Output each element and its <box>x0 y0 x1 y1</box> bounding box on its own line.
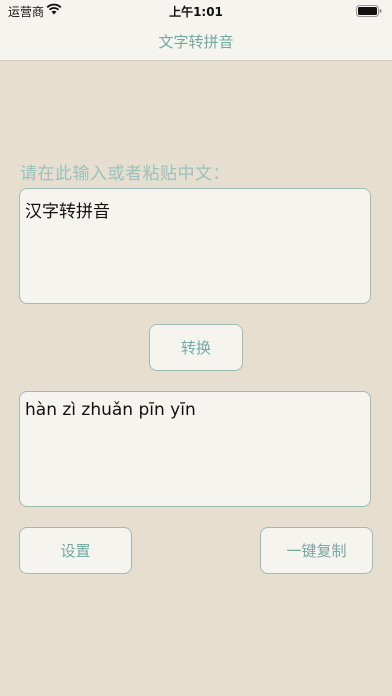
settings-button[interactable]: 设置 <box>19 527 132 574</box>
input-prompt-label: 请在此输入或者粘贴中文： <box>20 164 230 184</box>
output-text: hàn zì zhuǎn pīn yīn <box>25 400 196 420</box>
chinese-input-field[interactable]: 汉字转拼音 <box>19 188 371 304</box>
battery-icon <box>356 5 382 17</box>
status-bar: 运营商 上午1:01 <box>0 0 392 22</box>
status-time: 上午1:01 <box>169 5 223 19</box>
convert-button[interactable]: 转换 <box>149 324 243 371</box>
pinyin-output-field[interactable]: hàn zì zhuǎn pīn yīn <box>19 391 371 507</box>
page-title: 文字转拼音 <box>158 33 234 51</box>
input-text: 汉字转拼音 <box>25 202 110 222</box>
copy-all-button[interactable]: 一键复制 <box>260 527 373 574</box>
navigation-bar: 文字转拼音 <box>0 22 392 61</box>
